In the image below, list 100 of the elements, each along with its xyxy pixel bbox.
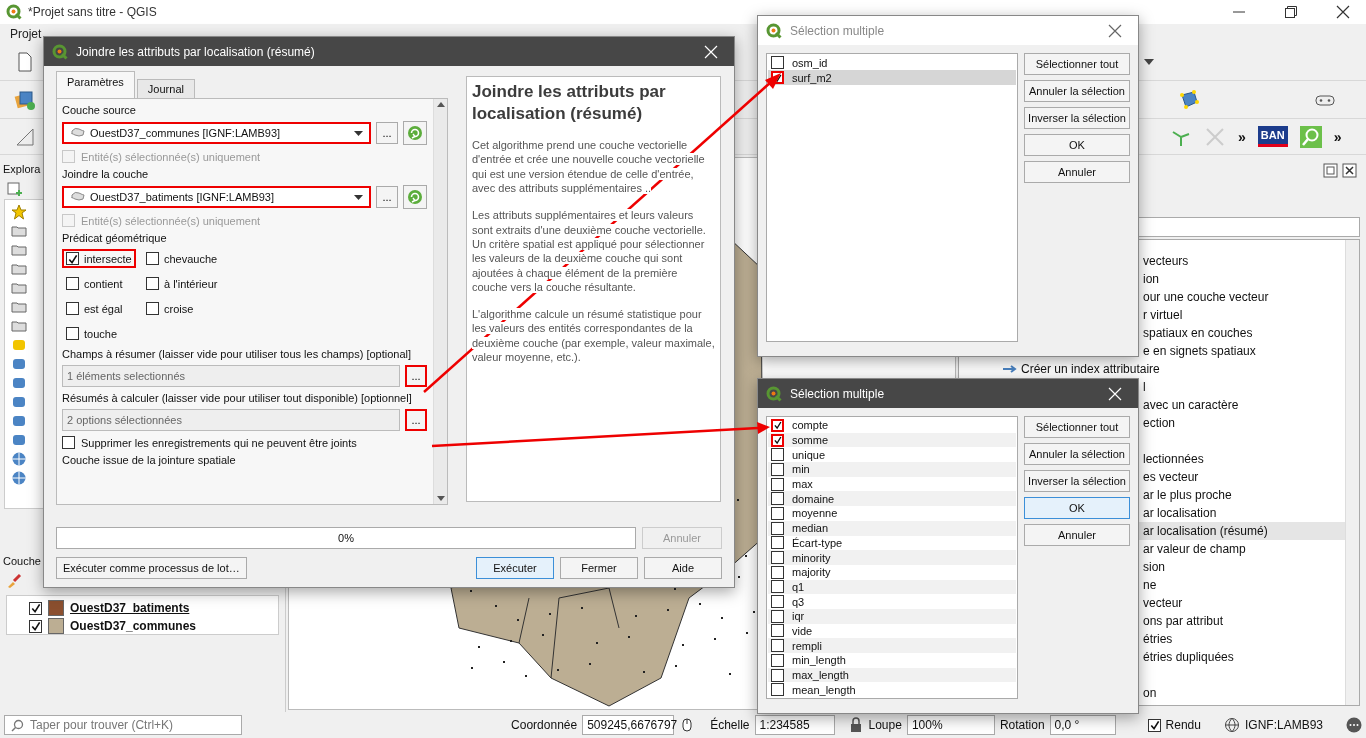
checkbox[interactable] <box>771 536 784 550</box>
algorithm-item[interactable]: Créer un index attributaire <box>959 360 1345 378</box>
star-icon[interactable] <box>11 204 27 220</box>
close-icon[interactable] <box>1342 163 1358 179</box>
list-item[interactable]: q3 <box>768 594 1016 609</box>
folder-icon[interactable] <box>11 299 27 315</box>
checkbox[interactable] <box>771 433 784 447</box>
checkbox[interactable] <box>771 683 784 697</box>
layer-name[interactable]: OuestD37_communes <box>70 619 197 633</box>
list-item[interactable]: q1 <box>768 579 1016 595</box>
checkbox[interactable] <box>771 609 784 623</box>
list-item[interactable]: unique <box>768 447 1016 463</box>
list-item[interactable]: median <box>768 520 1016 536</box>
list-item[interactable]: mean_length <box>768 682 1016 698</box>
dialog-button[interactable]: OK <box>1024 497 1130 519</box>
predicate-option[interactable]: chevauche <box>142 249 222 268</box>
dialog-button[interactable]: Annuler la sélection <box>1024 443 1130 465</box>
add-icon[interactable] <box>6 181 22 197</box>
tab[interactable]: Journal <box>136 79 195 98</box>
browse-button[interactable]: ... <box>376 186 398 208</box>
scrollbar[interactable] <box>433 99 447 504</box>
layer-name[interactable]: OuestD37_batiments <box>70 601 190 615</box>
browse-button[interactable]: ... <box>405 409 427 431</box>
list-item[interactable]: iqr <box>768 608 1016 624</box>
list-item[interactable]: rempli <box>768 638 1016 653</box>
checkbox[interactable] <box>29 601 42 615</box>
checkbox[interactable] <box>771 492 784 506</box>
list-item[interactable]: compte <box>768 418 1016 433</box>
folder-icon[interactable] <box>11 242 27 258</box>
checkbox[interactable] <box>771 653 784 667</box>
list-item[interactable]: max_length <box>768 667 1016 683</box>
crs-label[interactable]: IGNF:LAMB93 <box>1244 718 1323 732</box>
search-field[interactable]: Taper pour trouver (Ctrl+K) <box>4 715 242 735</box>
checkbox[interactable] <box>66 277 79 290</box>
dialog-button[interactable]: Inverser la sélection <box>1024 107 1130 129</box>
predicate-option[interactable]: touche <box>62 324 122 343</box>
selection-field[interactable]: 2 options sélectionnées <box>62 409 400 431</box>
predicate-option[interactable]: intersecte <box>62 249 136 268</box>
checkbox[interactable] <box>771 639 784 653</box>
checkbox[interactable] <box>771 595 784 609</box>
list-item[interactable]: somme <box>768 432 1016 448</box>
checkbox[interactable] <box>771 506 784 520</box>
dialog-button[interactable]: Inverser la sélection <box>1024 470 1130 492</box>
scroll-down-icon[interactable] <box>436 496 445 501</box>
checkbox[interactable] <box>1147 718 1161 732</box>
checkbox[interactable] <box>62 436 75 449</box>
iterate-button[interactable] <box>403 121 427 145</box>
checkbox[interactable] <box>66 327 79 340</box>
layer-dropdown[interactable]: OuestD37_batiments [IGNF:LAMB93] <box>62 186 371 208</box>
predicate-option[interactable]: à l'intérieur <box>142 274 222 293</box>
checkbox[interactable] <box>146 302 159 315</box>
batch-button[interactable]: Exécuter comme processus de lot… <box>56 557 247 579</box>
coordinate-field[interactable]: 509245,6676797 <box>582 715 675 735</box>
dropdown-caret-icon[interactable] <box>1144 59 1154 65</box>
checkbox[interactable] <box>771 668 784 682</box>
iterate-button[interactable] <box>403 185 427 209</box>
browse-button[interactable]: ... <box>405 365 427 387</box>
predicate-option[interactable]: est égal <box>62 299 127 318</box>
folder-icon[interactable] <box>11 280 27 296</box>
toolbar-overflow[interactable]: » <box>1238 128 1246 145</box>
checkbox[interactable] <box>771 462 784 476</box>
dialog-button[interactable]: Sélectionner tout <box>1024 53 1130 75</box>
layer-dropdown[interactable]: OuestD37_communes [IGNF:LAMB93] <box>62 122 371 144</box>
dialog-button[interactable]: Annuler <box>1024 524 1130 546</box>
list-item[interactable]: min_length <box>768 653 1016 668</box>
checkbox[interactable] <box>771 56 784 69</box>
list-item[interactable]: max <box>768 476 1016 492</box>
list-item[interactable]: minority <box>768 550 1016 565</box>
checkbox[interactable] <box>771 551 784 565</box>
checkbox[interactable] <box>66 302 79 315</box>
tab[interactable]: Paramètres <box>56 71 135 98</box>
predicate-option[interactable]: croise <box>142 299 198 318</box>
message-icon[interactable] <box>1346 717 1362 733</box>
list-item[interactable]: surf_m2 <box>768 70 1016 85</box>
checkbox[interactable] <box>146 252 159 265</box>
dialog-button[interactable]: Aide <box>644 557 722 579</box>
checkbox[interactable] <box>146 277 159 290</box>
ban-logo[interactable]: BAN <box>1257 126 1288 147</box>
dialog-button[interactable]: Annuler <box>1024 161 1130 183</box>
checkbox[interactable] <box>771 477 784 491</box>
scrollbar[interactable] <box>1345 240 1359 705</box>
list-item[interactable]: osm_id <box>768 55 1016 70</box>
selection-field[interactable]: 1 éléments selectionnés <box>62 365 400 387</box>
list-item[interactable]: moyenne <box>768 506 1016 521</box>
folder-icon[interactable] <box>11 223 27 239</box>
dialog-button[interactable]: Fermer <box>560 557 638 579</box>
list-item[interactable]: majority <box>768 564 1016 580</box>
scroll-up-icon[interactable] <box>436 102 445 107</box>
dialog-button[interactable]: Exécuter <box>476 557 554 579</box>
dialog-button[interactable]: Annuler la sélection <box>1024 80 1130 102</box>
browse-button[interactable]: ... <box>376 122 398 144</box>
paintbrush-icon[interactable] <box>6 573 22 589</box>
checkbox[interactable] <box>66 252 79 265</box>
list-item[interactable]: domaine <box>768 491 1016 507</box>
checkbox[interactable] <box>771 624 784 638</box>
predicate-option[interactable]: contient <box>62 274 127 293</box>
rotation-field[interactable]: 0,0 ° <box>1049 715 1116 735</box>
dialog-button[interactable]: OK <box>1024 134 1130 156</box>
layers-icon[interactable] <box>14 88 36 111</box>
menu-item[interactable]: Projet <box>10 27 42 41</box>
